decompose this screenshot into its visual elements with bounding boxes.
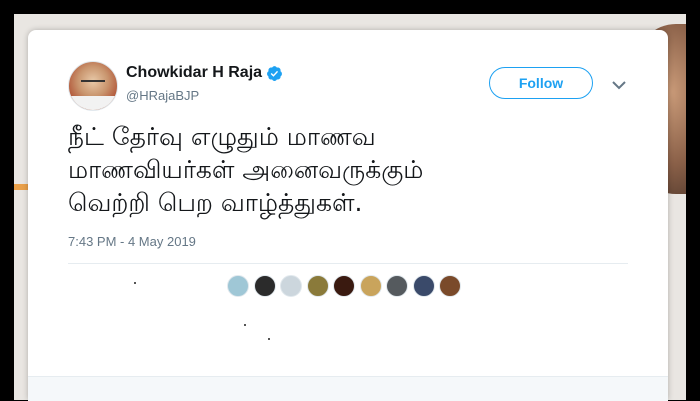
tweet-timestamp[interactable]: 7:43 PM - 4 May 2019: [68, 234, 196, 249]
tweet-text-line: வெற்றி பெற வாழ்த்துகள்.: [68, 188, 363, 217]
liker-avatar[interactable]: [359, 275, 382, 297]
liker-avatar[interactable]: [439, 275, 461, 297]
liker-avatar[interactable]: [306, 275, 329, 297]
verified-badge-icon: [267, 65, 282, 81]
tweet-text-line: நீட் தேர்வு எழுதும் மாணவ: [68, 122, 376, 151]
liker-avatar[interactable]: [227, 275, 249, 297]
card-footer-strip: [28, 376, 668, 401]
stat-fragment: [134, 282, 136, 284]
author-name[interactable]: Chowkidar H Raja: [126, 64, 262, 82]
tweet-text: நீட் தேர்வு எழுதும் மாணவ மாணவியர்கள் அனை…: [68, 120, 628, 219]
author-handle[interactable]: @HRajaBJP: [126, 88, 199, 103]
chevron-down-icon[interactable]: [612, 80, 626, 90]
liker-avatars: [227, 275, 466, 297]
author-name-row: Chowkidar H Raja: [126, 64, 283, 82]
stat-fragment: [268, 338, 270, 340]
liker-avatar[interactable]: [412, 275, 435, 297]
author-avatar[interactable]: [68, 61, 118, 111]
tweet-card: Chowkidar H Raja @HRajaBJP Follow நீட் த…: [28, 30, 668, 401]
avatar-shirt: [69, 96, 117, 110]
liker-avatar[interactable]: [280, 275, 302, 297]
tweet-text-line: மாணவியர்கள் அனைவருக்கும்: [68, 155, 424, 184]
stat-fragment: [244, 324, 246, 326]
divider: [68, 263, 628, 264]
follow-button[interactable]: Follow: [489, 67, 593, 99]
liker-avatar[interactable]: [386, 275, 408, 297]
avatar-glasses: [81, 80, 105, 87]
liker-avatar[interactable]: [333, 275, 355, 297]
liker-avatar[interactable]: [253, 275, 276, 297]
